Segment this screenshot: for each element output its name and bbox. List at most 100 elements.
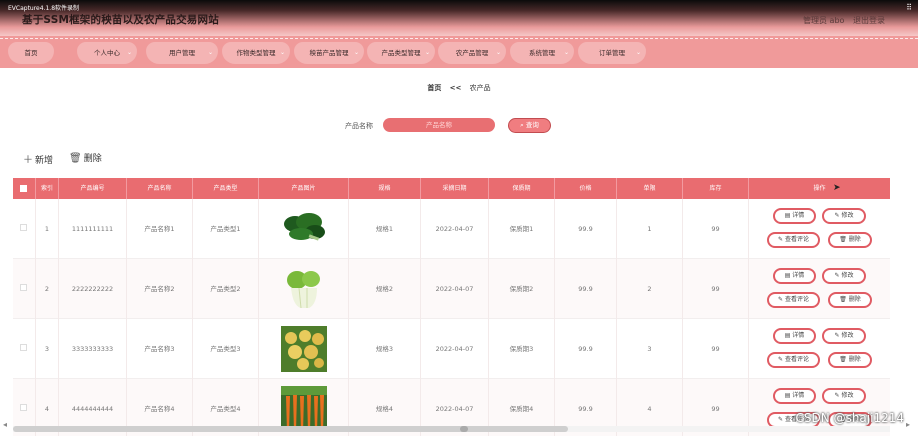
nav-item-crop-types[interactable]: 作物类型管理 ⌄ <box>222 42 290 64</box>
comments-button[interactable]: ✎ 查看评论 <box>767 232 820 248</box>
header-select-all[interactable] <box>13 178 36 199</box>
nav-item-label: 产品类型管理 <box>381 49 421 57</box>
row-checkbox[interactable] <box>20 404 27 411</box>
comments-button[interactable]: ✎ 查看评论 <box>767 292 820 308</box>
edit-button-label: 修改 <box>841 332 854 339</box>
nav-item-users[interactable]: 用户管理 ⌄ <box>146 42 218 64</box>
nav-item-system[interactable]: 系统管理 ⌄ <box>510 42 574 64</box>
nav-item-label: 农产品管理 <box>455 49 489 57</box>
select-all-checkbox[interactable] <box>20 185 27 192</box>
search-button[interactable]: ⌕ 查询 <box>508 118 551 133</box>
table-header: 索引 产品编号 产品名称 产品类型 产品图片 规格 采摘日期 保质期 价格 单限… <box>13 178 890 199</box>
nav-item-produce[interactable]: 农产品管理 ⌄ <box>438 42 506 64</box>
table-row: 1 1111111111 产品名称1 产品类型1 规格1 2022-04-07 保质期1 99… <box>13 199 890 259</box>
header-price: 价格 <box>555 178 617 199</box>
scroll-left-icon[interactable]: ◂ <box>3 420 7 429</box>
table-body: 1 1111111111 产品名称1 产品类型1 规格1 2022-04-07 保质期1 99… <box>13 199 890 436</box>
row-checkbox[interactable] <box>20 284 27 291</box>
mouse-cursor-icon: ➤ <box>833 183 841 193</box>
nav-item-orders[interactable]: 订单管理 ⌄ <box>578 42 646 64</box>
row-select-cell <box>13 319 36 379</box>
nav-item-label: 秧苗产品管理 <box>309 49 349 57</box>
breadcrumb-separator: << <box>449 84 462 92</box>
chevron-down-icon: ⌄ <box>126 49 132 56</box>
header-code: 产品编号 <box>59 178 127 199</box>
cell-image <box>259 259 349 319</box>
cell-stock: 99 <box>683 259 749 319</box>
detail-button[interactable]: ▤ 详情 <box>773 388 816 404</box>
cell-actions: ▤ 详情 ✎ 修改 ✎ 查看评论 🗑 删除 <box>749 199 890 259</box>
delete-button[interactable]: 🗑 删除 <box>828 352 872 368</box>
scrollbar-thumb[interactable] <box>13 426 568 432</box>
add-button[interactable]: ＋新增 <box>23 151 53 166</box>
watermark: CSDN @shaji1214 <box>795 411 904 425</box>
cell-limit: 3 <box>617 319 683 379</box>
edit-button-label: 修改 <box>841 212 854 219</box>
cell-shelf: 保质期3 <box>489 319 555 379</box>
detail-button-label: 详情 <box>792 392 805 399</box>
detail-button[interactable]: ▤ 详情 <box>773 268 816 284</box>
nav-item-product-types[interactable]: 产品类型管理 ⌄ <box>367 42 435 64</box>
row-checkbox[interactable] <box>20 224 27 231</box>
edit-button[interactable]: ✎ 修改 <box>822 208 866 224</box>
trash-icon: 🗑 <box>839 236 849 243</box>
cell-limit: 1 <box>617 199 683 259</box>
header-limit: 单限 <box>617 178 683 199</box>
plus-icon: ＋ <box>23 155 33 166</box>
header-spec: 规格 <box>349 178 421 199</box>
comments-button[interactable]: ✎ 查看评论 <box>767 352 820 368</box>
comments-button-label: 查看评论 <box>784 296 809 303</box>
edit-button-label: 修改 <box>841 392 854 399</box>
header-stock: 库存 <box>683 178 749 199</box>
cell-name: 产品名称3 <box>127 319 193 379</box>
search-icon: ⌕ <box>520 121 524 129</box>
row-select-cell <box>13 259 36 319</box>
cell-type: 产品类型1 <box>193 199 259 259</box>
cell-actions: ▤ 详情 ✎ 修改 ✎ 查看评论 🗑 删除 <box>749 259 890 319</box>
cell-shelf: 保质期2 <box>489 259 555 319</box>
scroll-right-icon[interactable]: ▸ <box>906 420 910 429</box>
breadcrumb-current: 农产品 <box>469 84 491 92</box>
delete-button-label: 删除 <box>83 154 102 164</box>
header-shelf: 保质期 <box>489 178 555 199</box>
product-image-spinach <box>281 206 327 252</box>
delete-button-label: 删除 <box>848 356 861 363</box>
search-input[interactable] <box>383 118 495 132</box>
header-index: 索引 <box>36 178 59 199</box>
edit-button-label: 修改 <box>841 272 854 279</box>
nav-item-home[interactable]: 首页 <box>8 42 54 64</box>
title-bar: EVCapture4.1.8软件录制 ⠿ 基于SSM框架的秧苗以及农产品交易网站… <box>0 0 918 36</box>
comment-icon: ✎ <box>778 416 785 423</box>
detail-button-label: 详情 <box>792 272 805 279</box>
cell-code: 3333333333 <box>59 319 127 379</box>
horizontal-scrollbar[interactable] <box>13 426 890 432</box>
detail-button[interactable]: ▤ 详情 <box>773 208 816 224</box>
table-row: 2 2222222222 产品名称2 产品类型2 规格2 2022-04-07 保质期2 99… <box>13 259 890 319</box>
chevron-down-icon: ⌄ <box>424 49 430 56</box>
product-image-bok-choy <box>281 266 327 312</box>
edit-button[interactable]: ✎ 修改 <box>822 328 866 344</box>
row-checkbox[interactable] <box>20 344 27 351</box>
delete-button[interactable]: 🗑 删除 <box>69 151 102 164</box>
nav-item-label: 个人中心 <box>94 49 120 57</box>
detail-button-label: 详情 <box>792 212 805 219</box>
edit-button[interactable]: ✎ 修改 <box>822 268 866 284</box>
cell-price: 99.9 <box>555 199 617 259</box>
header-type: 产品类型 <box>193 178 259 199</box>
cell-spec: 规格1 <box>349 199 421 259</box>
edit-button[interactable]: ✎ 修改 <box>822 388 866 404</box>
cell-code: 2222222222 <box>59 259 127 319</box>
breadcrumb-home[interactable]: 首页 <box>427 84 441 92</box>
delete-button[interactable]: 🗑 删除 <box>828 232 872 248</box>
nav-item-label: 系统管理 <box>529 49 555 57</box>
product-image-potatoes <box>281 326 327 372</box>
window-menu-icon[interactable]: ⠿ <box>906 3 912 12</box>
delete-button[interactable]: 🗑 删除 <box>828 292 872 308</box>
logout-link[interactable]: 退出登录 <box>853 15 885 26</box>
header-image: 产品图片 <box>259 178 349 199</box>
trash-icon: 🗑 <box>69 153 82 164</box>
nav-item-personal[interactable]: 个人中心 ⌄ <box>77 42 137 64</box>
detail-button[interactable]: ▤ 详情 <box>773 328 816 344</box>
nav-item-seedlings[interactable]: 秧苗产品管理 ⌄ <box>294 42 364 64</box>
header-actions: 操作 <box>813 185 826 192</box>
